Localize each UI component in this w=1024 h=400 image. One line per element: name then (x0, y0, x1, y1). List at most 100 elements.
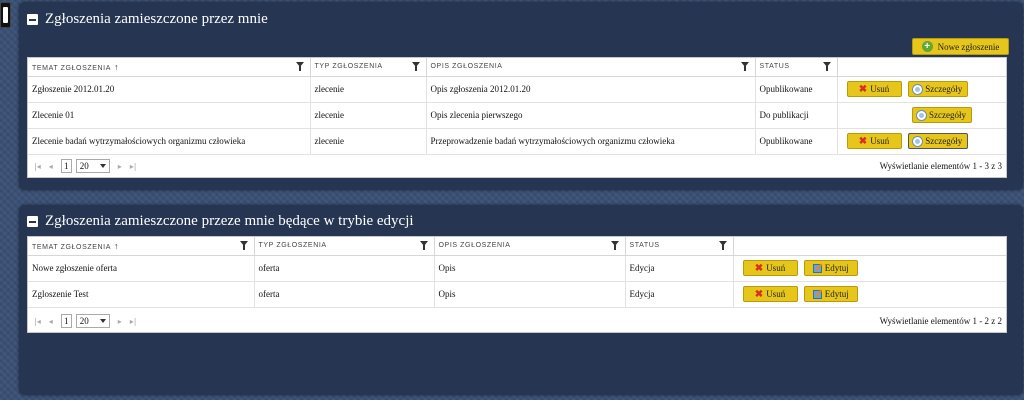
column-header-status[interactable]: STATUS (755, 58, 838, 77)
collapse-icon[interactable] (27, 216, 38, 227)
cell-description: Przeprowadzenie badań wytrzymałościowych… (426, 128, 756, 155)
cell-type: oferta (254, 281, 435, 308)
cell-status: Do publikacji (755, 102, 838, 129)
cell-description: Opis (434, 255, 626, 282)
cell-topic: Zgloszenie Test (28, 281, 255, 308)
cell-topic: Zlecenie 01 (28, 102, 311, 129)
edit-submissions-table: TEMAT ZGŁOSZENIA ↑ TYP ZGŁOSZENIA OPIS ZG… (28, 237, 1006, 308)
prev-page-icon[interactable]: ◂ (49, 317, 53, 326)
table-header-row: TEMAT ZGŁOSZENIA ↑ TYP ZGŁOSZENIA OPIS ZG… (28, 237, 1006, 256)
panel-header[interactable]: Zgłoszenia zamieszczone przeze mnie będą… (27, 213, 414, 230)
column-header-type[interactable]: TYP ZGŁOSZENIA (310, 58, 427, 77)
cell-actions: ✖ Usuń Edytuj (733, 255, 1006, 282)
cell-status: Opublikowane (755, 128, 838, 155)
cell-description: Opis (434, 281, 626, 308)
column-header-status[interactable]: STATUS (625, 237, 734, 256)
chevron-down-icon (99, 164, 106, 168)
cell-status: Edycja (625, 255, 734, 282)
filter-icon[interactable] (411, 62, 420, 71)
column-header-type[interactable]: TYP ZGŁOSZENIA (254, 237, 435, 256)
table-row[interactable]: Zgłoszenie 2012.01.20 zlecenie Opis zgło… (28, 76, 1006, 103)
page-number[interactable]: 1 (60, 159, 72, 173)
page-size-select[interactable]: 20 (75, 314, 110, 328)
column-header-actions (837, 58, 1006, 77)
table-row[interactable]: Zlecenie 01 zlecenie Opis zlecenia pierw… (28, 102, 1006, 129)
filter-icon[interactable] (610, 241, 619, 250)
sort-ascending-icon[interactable]: ↑ (114, 241, 119, 251)
delete-button[interactable]: ✖ Usuń (846, 133, 902, 149)
column-header-actions (733, 237, 1006, 256)
edit-button[interactable]: Edytuj (803, 260, 858, 276)
cell-type: oferta (254, 255, 435, 282)
column-header-topic[interactable]: TEMAT ZGŁOSZENIA ↑ (28, 58, 311, 77)
last-page-icon[interactable]: ▸| (130, 317, 137, 326)
magnifier-icon (913, 136, 923, 146)
filter-icon[interactable] (295, 62, 304, 71)
edit-mode-submissions-panel: Zgłoszenia zamieszczone przeze mnie będą… (19, 205, 1023, 395)
details-button[interactable]: Szczegóły (907, 133, 968, 149)
column-header-description[interactable]: OPIS ZGŁOSZENIA (434, 237, 626, 256)
new-submission-button[interactable]: + Nowe zgłoszenie (912, 38, 1009, 55)
cell-type: zlecenie (310, 102, 427, 129)
column-header-topic[interactable]: TEMAT ZGŁOSZENIA ↑ (28, 237, 255, 256)
cell-type: zlecenie (310, 128, 427, 155)
pager-info: Wyświetlanie elementów 1 - 2 z 2 (879, 316, 1002, 326)
table-row[interactable]: Zgloszenie Test oferta Opis Edycja ✖ Usuń… (28, 281, 1006, 308)
next-page-icon[interactable]: ▸ (118, 317, 122, 326)
filter-icon[interactable] (419, 241, 428, 250)
first-page-icon[interactable]: |◂ (34, 317, 41, 326)
cell-topic: Zgłoszenie 2012.01.20 (28, 76, 311, 103)
my-submissions-panel: Zgłoszenia zamieszczone przez mnie + Now… (19, 2, 1023, 190)
filter-icon[interactable] (718, 241, 727, 250)
next-page-icon[interactable]: ▸ (118, 162, 122, 171)
edit-icon (812, 289, 822, 299)
prev-page-icon[interactable]: ◂ (49, 162, 53, 171)
delete-button[interactable]: ✖ Usuń (846, 81, 902, 97)
edit-icon (812, 263, 822, 273)
page-size-select[interactable]: 20 (75, 159, 110, 173)
delete-button[interactable]: ✖ Usuń (742, 286, 798, 302)
submissions-grid: TEMAT ZGŁOSZENIA ↑ TYP ZGŁOSZENIA OPIS ZG… (27, 57, 1007, 178)
filter-icon[interactable] (239, 241, 248, 250)
panel-title: Zgłoszenia zamieszczone przeze mnie będą… (45, 213, 414, 229)
pager: |◂ ◂ 1 20 ▸ ▸| Wyświetlanie elementów 1 … (28, 155, 1006, 177)
delete-icon: ✖ (754, 262, 764, 274)
filter-icon[interactable] (822, 62, 831, 71)
first-page-icon[interactable]: |◂ (34, 162, 41, 171)
add-icon: + (921, 41, 933, 52)
submissions-table: TEMAT ZGŁOSZENIA ↑ TYP ZGŁOSZENIA OPIS ZG… (28, 58, 1006, 155)
edit-button[interactable]: Edytuj (803, 286, 858, 302)
cell-actions: Szczegóły (837, 102, 1006, 129)
delete-button[interactable]: ✖ Usuń (742, 260, 798, 276)
table-row[interactable]: Nowe zgłoszenie oferta oferta Opis Edycj… (28, 255, 1006, 282)
panel-header[interactable]: Zgłoszenia zamieszczone przez mnie (27, 11, 268, 28)
panel-title: Zgłoszenia zamieszczone przez mnie (45, 11, 268, 27)
magnifier-icon (917, 110, 926, 120)
cell-description: Opis zlecenia pierwszego (426, 102, 756, 129)
filter-icon[interactable] (740, 62, 749, 71)
cell-actions: ✖ Usuń Szczegóły (837, 76, 1006, 103)
sort-ascending-icon[interactable]: ↑ (114, 62, 119, 72)
edit-submissions-grid: TEMAT ZGŁOSZENIA ↑ TYP ZGŁOSZENIA OPIS ZG… (27, 236, 1007, 333)
cell-topic: Zlecenie badań wytrzymałościowych organi… (28, 128, 311, 155)
page-number[interactable]: 1 (60, 314, 72, 328)
column-header-description[interactable]: OPIS ZGŁOSZENIA (426, 58, 756, 77)
table-row[interactable]: Zlecenie badań wytrzymałościowych organi… (28, 128, 1006, 155)
details-button[interactable]: Szczegóły (911, 107, 972, 123)
chevron-down-icon (99, 319, 106, 323)
cell-actions: ✖ Usuń Szczegóły (837, 128, 1006, 155)
pager: |◂ ◂ 1 20 ▸ ▸| Wyświetlanie elementów 1 … (28, 310, 1006, 332)
delete-icon: ✖ (858, 135, 868, 147)
cell-type: zlecenie (310, 76, 427, 103)
collapse-icon[interactable] (27, 14, 38, 25)
delete-icon: ✖ (754, 288, 764, 300)
pager-info: Wyświetlanie elementów 1 - 3 z 3 (879, 161, 1002, 171)
last-page-icon[interactable]: ▸| (130, 162, 137, 171)
delete-icon: ✖ (858, 83, 868, 95)
details-button[interactable]: Szczegóły (907, 81, 968, 97)
table-header-row: TEMAT ZGŁOSZENIA ↑ TYP ZGŁOSZENIA OPIS ZG… (28, 58, 1006, 77)
scroll-handle-icon[interactable] (0, 2, 11, 28)
cell-topic: Nowe zgłoszenie oferta (28, 255, 255, 282)
cell-actions: ✖ Usuń Edytuj (733, 281, 1006, 308)
cell-status: Edycja (625, 281, 734, 308)
